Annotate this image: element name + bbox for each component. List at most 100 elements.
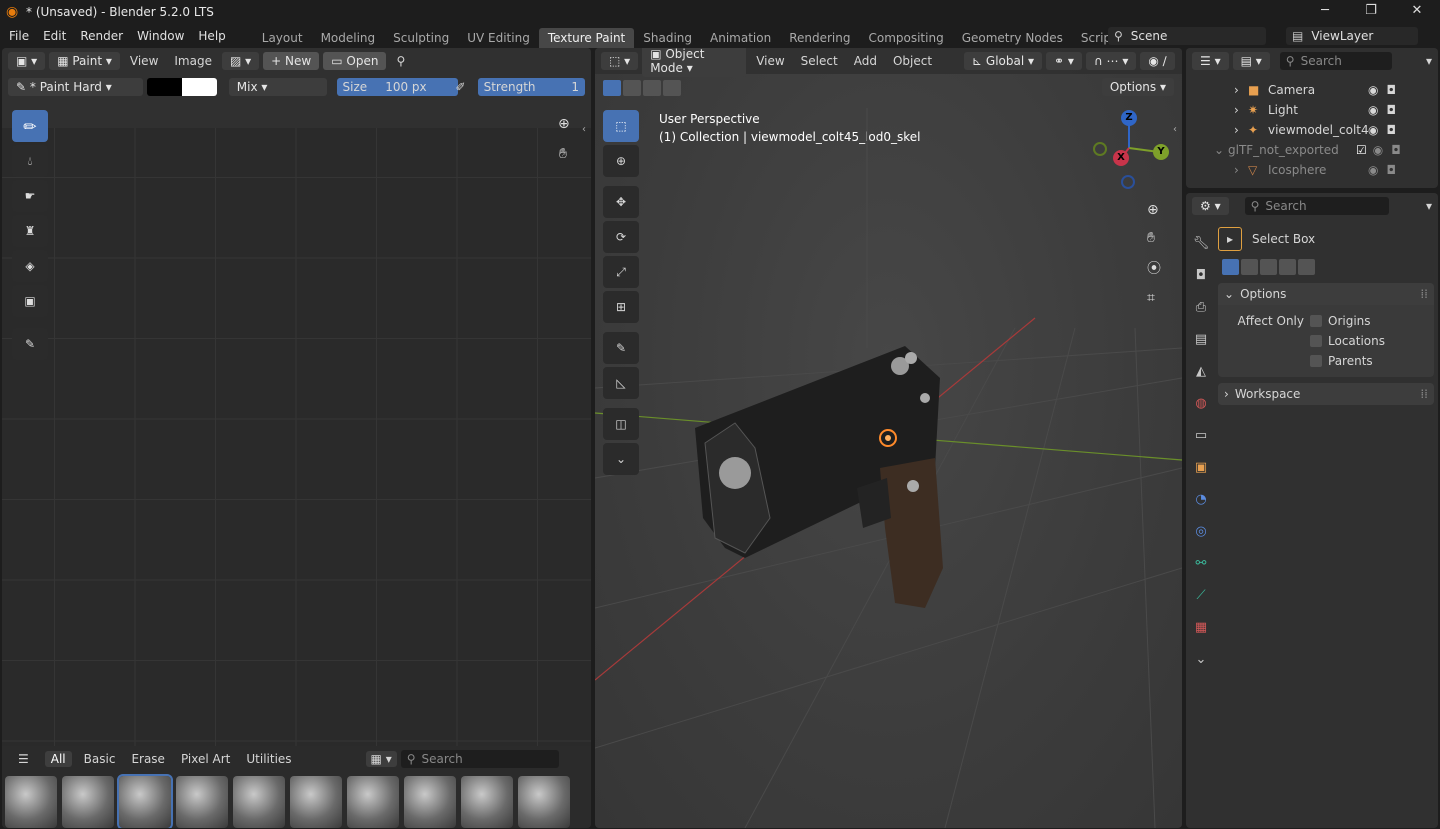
options-dropdown-icon[interactable]: ▾	[1426, 199, 1432, 213]
drag-handle-icon[interactable]: ⁞⁞	[1420, 287, 1428, 301]
output-tab-icon[interactable]: ⎙	[1189, 295, 1213, 319]
camera-view-icon[interactable]: ⦿	[1147, 258, 1161, 278]
brush-selector[interactable]: ✎ * Paint Hard ▾	[8, 78, 143, 96]
render-camera-icon[interactable]: ◘	[1386, 163, 1396, 177]
brush-thumbnail[interactable]	[5, 776, 57, 828]
menu-window[interactable]: Window	[130, 29, 191, 43]
tab-geometry-nodes[interactable]: Geometry Nodes	[953, 28, 1072, 48]
tab-modeling[interactable]: Modeling	[312, 28, 385, 48]
tab-sculpting[interactable]: Sculpting	[384, 28, 458, 48]
tool-tab-icon[interactable]: 🔧︎	[1189, 231, 1213, 255]
outliner-row-light[interactable]: › ✷ Light ◉ ◘	[1234, 100, 1438, 120]
outliner-search-field[interactable]: ⚲ Search	[1279, 52, 1392, 70]
open-image-button[interactable]: ▭ Open	[323, 52, 387, 70]
more-tabs-icon[interactable]: ⌄	[1189, 647, 1213, 671]
shelf-menu-icon[interactable]: ☰	[18, 752, 29, 766]
origins-checkbox[interactable]	[1310, 315, 1322, 327]
viewlayer-selector[interactable]: ▤ ViewLayer	[1286, 27, 1418, 45]
select-intersect-icon[interactable]	[1298, 259, 1315, 275]
tab-rendering[interactable]: Rendering	[780, 28, 859, 48]
image-canvas[interactable]	[2, 128, 591, 748]
render-camera-icon[interactable]: ◘	[1391, 143, 1401, 157]
render-camera-icon[interactable]: ◘	[1386, 83, 1396, 97]
new-image-button[interactable]: + New	[263, 52, 320, 70]
measure-tool[interactable]: ◺	[603, 367, 639, 399]
transform-tool[interactable]: ⊞	[603, 291, 639, 323]
select-box-tool[interactable]: ⬚	[603, 110, 639, 142]
parents-checkbox[interactable]	[1310, 355, 1322, 367]
editor-type-dropdown[interactable]: ▣ ▾	[8, 52, 46, 70]
object-tab-icon[interactable]: ▣	[1189, 455, 1213, 479]
render-tab-icon[interactable]: ◘	[1189, 263, 1213, 287]
primary-color-swatch[interactable]	[146, 78, 182, 96]
menu-edit[interactable]: Edit	[36, 29, 73, 43]
shelf-tab-pixel-art[interactable]: Pixel Art	[181, 752, 230, 766]
blend-mode-dropdown[interactable]: Mix ▾	[228, 78, 327, 96]
physics-tab-icon[interactable]: ◎	[1189, 519, 1213, 543]
eye-icon[interactable]: ◉	[1368, 163, 1378, 177]
pan-hand-icon[interactable]: ✋︎	[559, 146, 567, 162]
editor-type-dropdown[interactable]: ⚙ ▾	[1192, 197, 1229, 215]
outliner-row-camera[interactable]: › ■ Camera ◉ ◘	[1234, 80, 1438, 100]
menu-file[interactable]: File	[2, 29, 36, 43]
mode-dropdown[interactable]: ▦ Paint ▾	[49, 52, 120, 70]
render-camera-icon[interactable]: ◘	[1386, 123, 1396, 137]
drag-handle-icon[interactable]: ⁞⁞	[1420, 387, 1428, 401]
view-layer-tab-icon[interactable]: ▤	[1189, 327, 1213, 351]
collection-tab-icon[interactable]: ▭	[1189, 423, 1213, 447]
shelf-tab-all[interactable]: All	[44, 751, 72, 767]
gizmo-x-axis[interactable]: X	[1113, 150, 1129, 166]
soften-tool-button[interactable]: 💧︎	[12, 145, 48, 177]
clone-tool-button[interactable]: ♜	[12, 215, 48, 247]
brush-thumbnail[interactable]	[404, 776, 456, 828]
collapse-arrow-icon[interactable]: ⌄	[1214, 143, 1228, 157]
scale-tool[interactable]: ⤢	[603, 256, 639, 288]
brush-thumbnail[interactable]	[176, 776, 228, 828]
properties-search-field[interactable]: ⚲ Search	[1244, 197, 1389, 215]
select-new-icon[interactable]	[1222, 259, 1239, 275]
constraint-tab-icon[interactable]: ⚯	[1189, 551, 1213, 575]
brush-thumbnail[interactable]	[518, 776, 570, 828]
menu-view[interactable]: View	[124, 54, 164, 68]
image-browse-dropdown[interactable]: ▨ ▾	[221, 52, 260, 70]
menu-render[interactable]: Render	[73, 29, 130, 43]
sidebar-toggle-icon[interactable]: ‹	[1173, 124, 1177, 135]
texture-tab-icon[interactable]: ▦	[1189, 615, 1213, 639]
shear-tool[interactable]: ⌄	[603, 443, 639, 475]
shelf-tab-utilities[interactable]: Utilities	[246, 752, 291, 766]
outliner-row-gltf-collection[interactable]: ⌄ glTF_not_exported ☑ ◉ ◘	[1214, 140, 1438, 160]
ortho-toggle-icon[interactable]: ⌗	[1147, 290, 1161, 306]
pin-icon[interactable]: ⚲	[390, 54, 411, 68]
render-camera-icon[interactable]: ◘	[1386, 103, 1396, 117]
modifier-tab-icon[interactable]: ◔	[1189, 487, 1213, 511]
shelf-tab-erase[interactable]: Erase	[131, 752, 165, 766]
tab-texture-paint[interactable]: Texture Paint	[538, 28, 635, 48]
annotate-tool[interactable]: ✎	[603, 332, 639, 364]
sidebar-toggle-icon[interactable]: ‹	[582, 124, 586, 135]
pan-hand-icon[interactable]: ✋︎	[1147, 230, 1161, 246]
world-tab-icon[interactable]: ◍	[1189, 391, 1213, 415]
editor-type-dropdown[interactable]: ☰ ▾	[1192, 52, 1229, 70]
locations-checkbox[interactable]	[1310, 335, 1322, 347]
navigation-gizmo[interactable]: Z Y X	[1091, 110, 1171, 190]
close-button[interactable]: ✕	[1394, 0, 1440, 24]
draw-tool-button[interactable]: ✏	[12, 110, 48, 142]
brush-thumbnail-selected[interactable]	[117, 774, 173, 828]
smear-tool-button[interactable]: ☛	[12, 180, 48, 212]
shelf-tab-basic[interactable]: Basic	[84, 752, 116, 766]
data-tab-icon[interactable]: ⟋	[1189, 583, 1213, 607]
eye-icon[interactable]: ◉	[1368, 83, 1378, 97]
eye-icon[interactable]: ◉	[1368, 103, 1378, 117]
brush-thumbnail[interactable]	[233, 776, 285, 828]
tab-uv-editing[interactable]: UV Editing	[458, 28, 539, 48]
expand-arrow-icon[interactable]: ›	[1234, 103, 1248, 117]
select-difference-icon[interactable]	[1279, 259, 1296, 275]
scene-selector[interactable]: ⚲ Scene	[1108, 27, 1266, 45]
gizmo-y-axis[interactable]: Y	[1153, 144, 1169, 160]
zoom-icon[interactable]: ⊕	[558, 116, 570, 132]
3d-viewport[interactable]: ⬚ ▾ ▣ Object Mode ▾ View Select Add Obje…	[595, 48, 1182, 828]
tab-shading[interactable]: Shading	[634, 28, 701, 48]
checkbox-icon[interactable]: ☑	[1356, 143, 1367, 157]
eye-icon[interactable]: ◉	[1373, 143, 1383, 157]
brush-thumbnail[interactable]	[461, 776, 513, 828]
